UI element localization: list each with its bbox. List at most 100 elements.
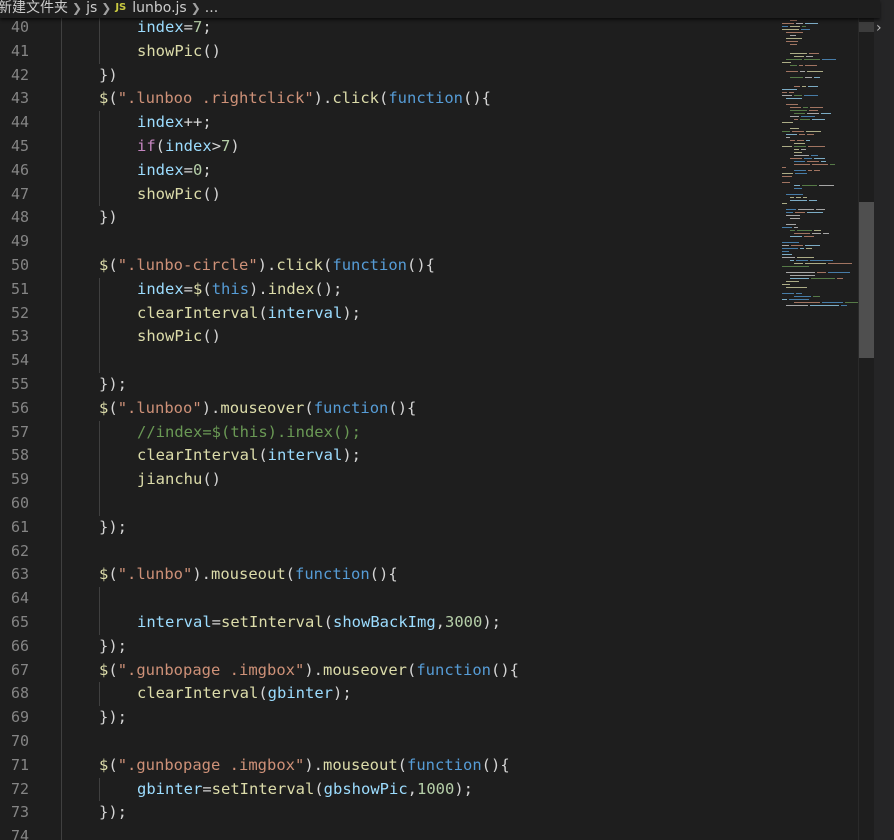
minimap-line: [837, 278, 843, 279]
code-line[interactable]: 49: [0, 230, 780, 254]
minimap-line: [786, 281, 799, 282]
minimap-line: [799, 65, 803, 66]
breadcrumb-subfolder[interactable]: js: [86, 0, 97, 16]
code-line[interactable]: 60: [0, 492, 780, 516]
code-line[interactable]: 69});: [0, 706, 780, 730]
code-line[interactable]: 46 index=0;: [0, 159, 780, 183]
minimap-line: [797, 140, 804, 141]
minimap-line: [810, 305, 839, 306]
code-line[interactable]: 44 index++;: [0, 111, 780, 135]
code-line[interactable]: 52 clearInterval(interval);: [0, 302, 780, 326]
punctuation-token: (: [314, 779, 324, 798]
punctuation-token: (: [202, 279, 212, 298]
code-line[interactable]: 72 gbinter=setInterval(gbshowPic,1000);: [0, 778, 780, 802]
code-line[interactable]: 51 index=$(this).index();: [0, 278, 780, 302]
code-text: });: [99, 516, 127, 540]
code-line[interactable]: 61});: [0, 516, 780, 540]
scrollbar-thumb[interactable]: [859, 202, 874, 358]
comment-token: //index=$(this).index();: [137, 422, 361, 441]
minimap-line: [801, 149, 806, 150]
line-number: 44: [10, 113, 29, 132]
code-line[interactable]: 41 showPic(): [0, 40, 780, 64]
minimap-line: [786, 41, 798, 42]
code-line[interactable]: 73});: [0, 801, 780, 825]
code-line[interactable]: 50 $(".lunbo-circle").click(function(){: [0, 254, 780, 278]
function-token: mouseover: [220, 398, 305, 417]
minimap-line: [794, 86, 800, 87]
minimap-line: [805, 65, 817, 66]
indent-guide: [99, 111, 100, 207]
breadcrumb-file[interactable]: lunbo.js: [132, 0, 186, 16]
variable-token: interval: [137, 613, 212, 631]
minimap-line: [792, 131, 804, 132]
code-editor[interactable]: 40 index=7; 41 showPic() 42}) 43 $(".lunboo .r…: [0, 18, 858, 840]
minimap-line: [796, 260, 808, 261]
number-token: 0: [193, 160, 203, 179]
code-line[interactable]: 58 clearInterval(interval);: [0, 444, 780, 468]
minimap-line: [814, 158, 825, 159]
code-line[interactable]: 67 $(".gunbopage .imgbox").mouseover(func…: [0, 659, 780, 683]
code-line[interactable]: 64: [0, 587, 780, 611]
code-line[interactable]: 55});: [0, 373, 780, 397]
code-line[interactable]: 47 showPic(): [0, 183, 780, 207]
minimap-line: [799, 134, 805, 135]
string-token: ".gunbopage .imgbox": [117, 755, 305, 774]
minimap-line: [794, 119, 798, 120]
variable-token: gbinter: [267, 684, 333, 703]
code-line[interactable]: 40 index=7;: [0, 18, 780, 40]
code-line[interactable]: 43 $(".lunboo .rightclick").click(functio…: [0, 87, 780, 111]
punctuation-token: (: [397, 755, 407, 774]
code-line[interactable]: 53 showPic(): [0, 325, 780, 349]
minimap-line: [828, 263, 852, 264]
breadcrumb-folder[interactable]: 新建文件夹: [0, 0, 68, 16]
vertical-scrollbar[interactable]: [858, 18, 874, 840]
code-line[interactable]: 45 if(index>7): [0, 135, 780, 159]
variable-token: index: [137, 113, 184, 132]
minimap-line: [786, 59, 802, 60]
minimap-line: [830, 164, 835, 165]
variable-token: showBackImg: [333, 613, 436, 631]
code-line[interactable]: 71 $(".gunbopage .imgbox").mouseout(funct…: [0, 754, 780, 778]
code-line[interactable]: 74: [0, 825, 780, 840]
code-line[interactable]: 68 clearInterval(gbinter);: [0, 682, 780, 706]
minimap-line: [786, 209, 796, 210]
code-line[interactable]: 42}): [0, 64, 780, 88]
code-line[interactable]: 57 //index=$(this).index();: [0, 421, 780, 445]
punctuation-token: ;: [202, 18, 212, 36]
minimap-line: [782, 29, 799, 30]
minimap-line: [782, 173, 793, 174]
code-text: showPic(): [137, 183, 221, 207]
line-number: 73: [10, 803, 29, 822]
punctuation-token: ).: [304, 755, 323, 774]
code-line[interactable]: 54: [0, 349, 780, 373]
chevron-right-icon[interactable]: ›: [876, 20, 882, 36]
code-line[interactable]: 70: [0, 730, 780, 754]
code-line[interactable]: 56 $(".lunboo").mouseover(function(){: [0, 397, 780, 421]
string-token: ".lunboo .rightclick": [117, 89, 314, 108]
punctuation-token: (: [108, 565, 118, 584]
number-token: 1000: [417, 779, 455, 798]
minimap-line: [816, 209, 825, 210]
line-number: 69: [10, 708, 29, 727]
code-line[interactable]: 63 $(".lunbo").mouseout(function(){: [0, 563, 780, 587]
minimap-line: [790, 200, 807, 201]
minimap-line: [786, 224, 796, 225]
code-line[interactable]: 66});: [0, 635, 780, 659]
minimap-line: [812, 119, 825, 120]
minimap-line: [794, 188, 802, 189]
line-number: 40: [10, 18, 29, 36]
minimap-line: [790, 26, 800, 27]
string-token: ".lunbo": [117, 565, 193, 584]
minimap-line: [807, 212, 823, 213]
minimap[interactable]: [780, 18, 868, 840]
code-line[interactable]: 59 jianchu(): [0, 468, 780, 492]
minimap-line: [804, 59, 820, 60]
minimap-line: [808, 86, 818, 87]
minimap-line: [782, 167, 786, 168]
code-line[interactable]: 65 interval=setInterval(showBackImg,3000)…: [0, 611, 780, 635]
code-line[interactable]: 62: [0, 540, 780, 564]
breadcrumb-symbols[interactable]: ...: [205, 0, 218, 16]
code-text: showPic(): [137, 40, 221, 64]
code-line[interactable]: 48}): [0, 206, 780, 230]
minimap-line: [786, 212, 793, 213]
